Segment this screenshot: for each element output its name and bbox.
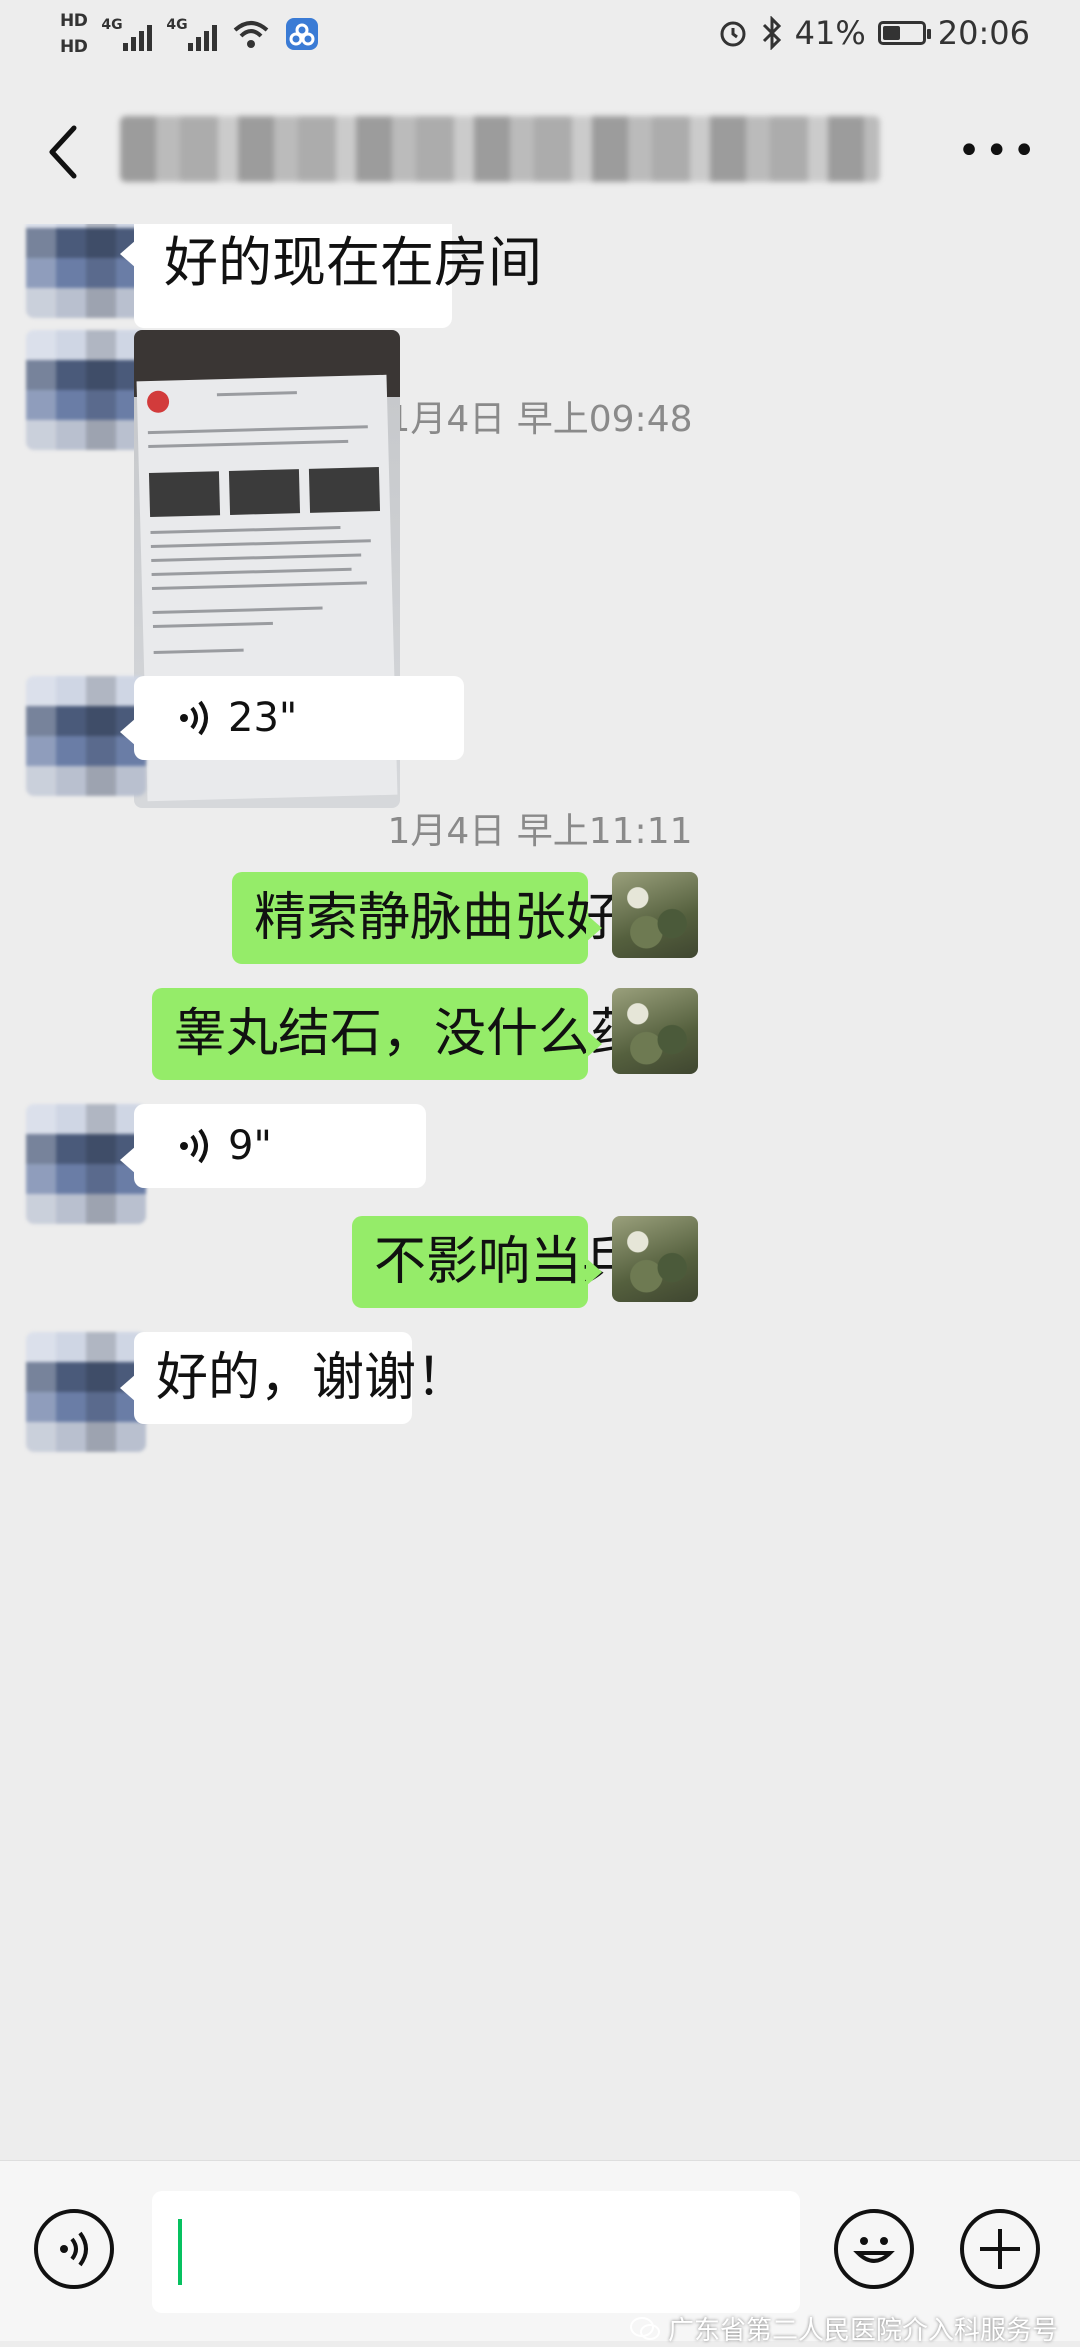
chevron-left-icon[interactable] — [40, 122, 90, 182]
hd-indicators: HD HD — [60, 8, 88, 60]
message-list[interactable]: 好的现在在房间 1月4日 早上09:48 23" 1月4日 早上11:11 精索… — [0, 224, 1080, 2160]
alarm-icon — [720, 21, 746, 47]
avatar[interactable] — [26, 330, 146, 450]
clock: 20:06 — [937, 14, 1030, 52]
message-bubble-text[interactable]: 不影响当兵 — [352, 1216, 634, 1308]
message-bubble-text[interactable]: 睾丸结石，没什么药的 — [152, 988, 694, 1080]
signal-icon-sim1: 4G — [101, 17, 153, 51]
more-icon[interactable]: ••• — [957, 131, 1040, 171]
app-notification-icon — [286, 18, 319, 50]
voice-duration: 9" — [228, 1123, 272, 1169]
sim2-network-label: 4G — [166, 17, 188, 33]
timestamp: 1月4日 早上11:11 — [387, 811, 693, 852]
battery-percent: 41% — [794, 14, 866, 52]
emoji-icon[interactable] — [834, 2209, 914, 2289]
watermark-text: 广东省第二人民医院介入科服务号 — [667, 2316, 1058, 2346]
plus-icon[interactable] — [960, 2209, 1040, 2289]
voice-message[interactable]: 9" — [120, 1104, 426, 1188]
hd1-label: HD — [60, 11, 88, 31]
battery-icon — [877, 21, 931, 45]
avatar[interactable] — [612, 988, 698, 1074]
chat-header: ••• — [0, 76, 1080, 224]
chat-title-blurred — [120, 116, 880, 182]
message-text: 好的，谢谢！ — [156, 1348, 469, 1408]
message-text: 好的现在在房间 — [164, 231, 542, 294]
avatar[interactable] — [612, 872, 698, 958]
bluetooth-icon — [762, 16, 781, 50]
watermark: 广东省第二人民医院介入科服务号 — [629, 2310, 1058, 2347]
hd2-label: HD — [60, 37, 88, 57]
text-caret — [178, 2219, 182, 2285]
wechat-logo-icon — [629, 2316, 660, 2340]
wifi-icon — [234, 21, 269, 48]
message-bubble-text[interactable]: 好的，谢谢！ — [120, 1332, 468, 1424]
avatar[interactable] — [26, 224, 146, 318]
voice-duration: 23" — [228, 695, 298, 741]
sim1-network-label: 4G — [101, 17, 123, 33]
message-input[interactable] — [152, 2191, 800, 2313]
message-text: 不影响当兵 — [374, 1232, 635, 1292]
signal-icon-sim2: 4G — [166, 17, 218, 51]
message-bubble-text[interactable]: 精索静脉曲张好了 — [232, 872, 670, 964]
voice-wave-icon — [180, 1128, 208, 1164]
avatar[interactable] — [612, 1216, 698, 1302]
voice-message[interactable]: 23" — [120, 676, 464, 760]
message-bubble-text[interactable]: 好的现在在房间 — [120, 224, 542, 328]
voice-wave-icon — [180, 700, 208, 736]
status-bar: HD HD 4G 4G 41% 20:06 — [0, 0, 1080, 76]
voice-input-icon[interactable] — [34, 2209, 114, 2289]
message-text: 精索静脉曲张好了 — [254, 888, 671, 948]
